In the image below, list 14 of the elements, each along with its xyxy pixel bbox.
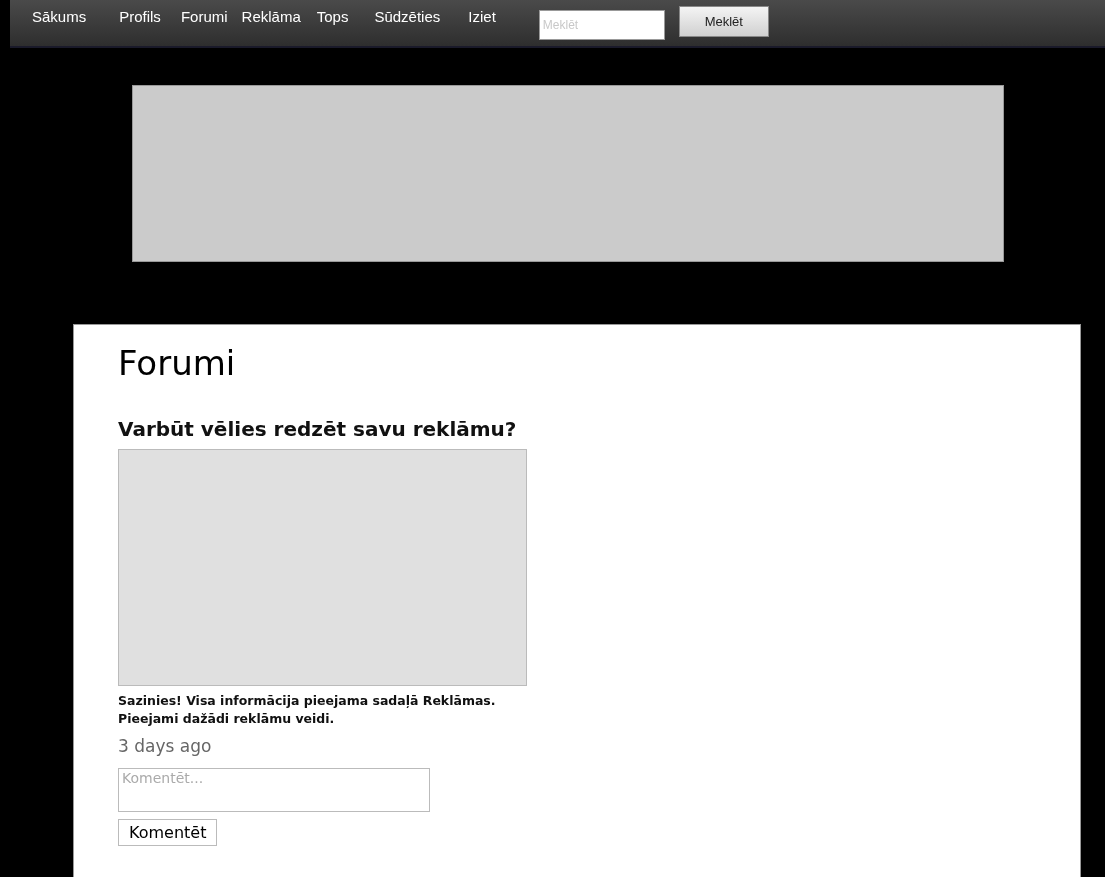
post-time: 3 days ago xyxy=(118,736,213,756)
comment-button[interactable]: Komentēt xyxy=(118,819,218,846)
search-button[interactable]: Meklēt xyxy=(678,5,769,37)
nav-link[interactable]: Reklāma xyxy=(241,7,301,25)
nav-link[interactable]: Sūdzēties xyxy=(374,7,441,25)
post-text: Sazinies! Visa informācija pieejama sadaļā Reklāmas. Pieejami dažādi reklāmu veidi. xyxy=(118,692,497,728)
page-title: Forumi xyxy=(118,343,237,383)
comment-field[interactable]: Komentēt... xyxy=(118,768,430,812)
nav-link[interactable]: Forumi xyxy=(180,7,228,25)
nav-link[interactable]: Sākums xyxy=(32,7,87,25)
nav-link[interactable]: Iziet xyxy=(468,7,496,25)
nav-link[interactable]: Tops xyxy=(316,7,349,25)
post-heading: Varbūt vēlies redzēt savu reklāmu? xyxy=(118,417,518,441)
nav-link[interactable]: Profils xyxy=(119,7,161,25)
